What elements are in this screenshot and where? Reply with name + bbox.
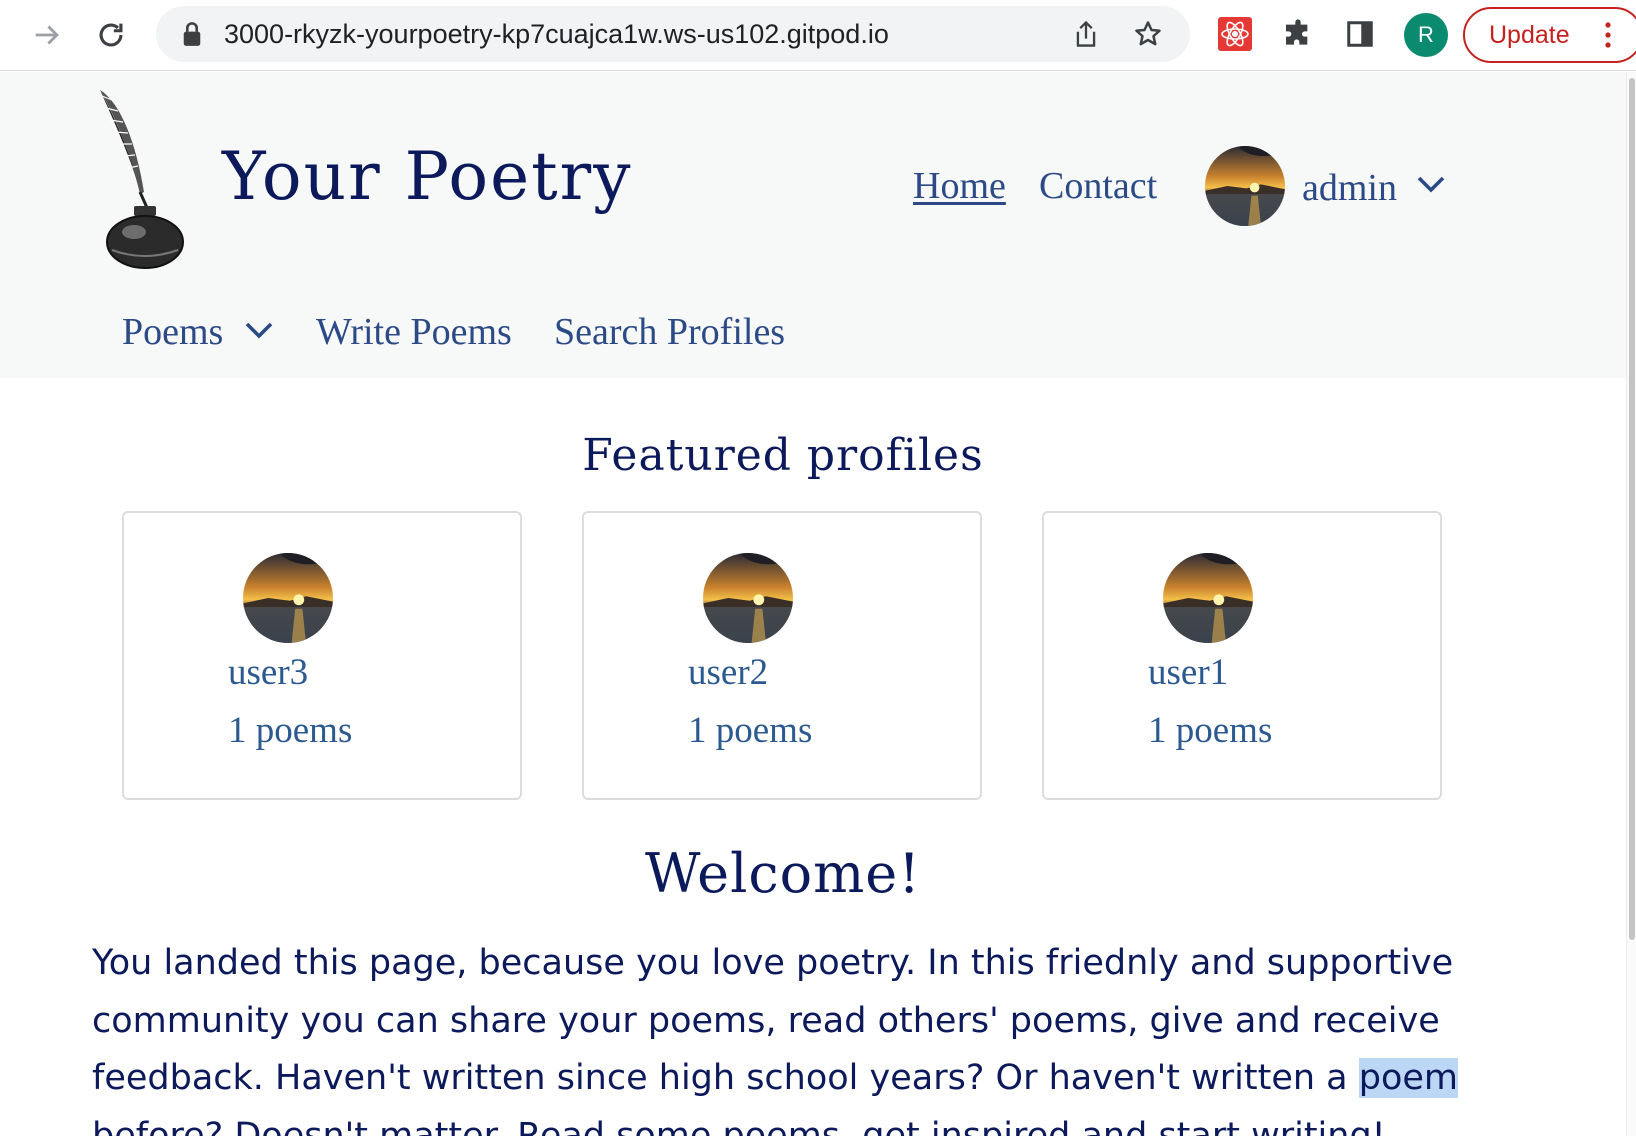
profile-name[interactable]: user1 [1148,651,1228,694]
profile-poem-count: 1 poems [1148,710,1273,751]
bookmark-star-icon[interactable] [1130,16,1166,52]
update-label: Update [1489,21,1570,49]
profile-avatar[interactable] [703,553,793,643]
react-devtools-icon[interactable] [1215,14,1255,54]
profile-avatar[interactable] [1163,553,1253,643]
forward-icon[interactable] [24,12,70,58]
update-button[interactable]: Update [1463,7,1636,63]
welcome-text-part: You landed this page, because you love p… [92,943,1454,1098]
site-brand[interactable]: Your Poetry [222,138,633,215]
address-bar[interactable]: 3000-rkyzk-yourpoetry-kp7cuajca1w.ws-us1… [156,6,1190,62]
user-avatar[interactable] [1205,146,1285,226]
profile-name[interactable]: user2 [688,651,768,694]
welcome-paragraph: You landed this page, because you love p… [92,935,1492,1136]
more-menu-icon[interactable] [1605,22,1611,48]
nav-contact-link[interactable]: Contact [1039,164,1157,208]
profile-avatar[interactable] [243,553,333,643]
profile-card[interactable]: user2 1 poems [582,511,982,800]
selected-text: poem [1358,1058,1459,1098]
user-menu-name[interactable]: admin [1302,166,1397,210]
reload-icon[interactable] [88,12,134,58]
quill-inkwell-logo[interactable] [90,82,200,272]
featured-profiles-title: Featured profiles [582,430,984,481]
subnav-search-profiles[interactable]: Search Profiles [554,310,785,354]
profile-poem-count: 1 poems [228,710,353,751]
site-header: Your Poetry Home Contact admin Poems Wri… [0,72,1636,378]
profile-card[interactable]: user3 1 poems [122,511,522,800]
profile-poem-count: 1 poems [688,710,813,751]
subnav-write-poems[interactable]: Write Poems [316,310,512,354]
welcome-text-part: before? Doesn't matter. Read some poems,… [92,1115,1386,1136]
lock-icon[interactable] [174,16,210,52]
url-text[interactable]: 3000-rkyzk-yourpoetry-kp7cuajca1w.ws-us1… [224,6,889,62]
browser-toolbar: 3000-rkyzk-yourpoetry-kp7cuajca1w.ws-us1… [0,0,1636,71]
poems-chevron-down-icon[interactable] [244,320,274,340]
side-panel-icon[interactable] [1340,14,1380,54]
extensions-puzzle-icon[interactable] [1278,14,1318,54]
nav-home-link[interactable]: Home [913,164,1006,208]
welcome-title: Welcome! [645,842,921,905]
profile-name[interactable]: user3 [228,651,308,694]
profile-card[interactable]: user1 1 poems [1042,511,1442,800]
page-scrollbar[interactable] [1626,72,1636,1136]
share-icon[interactable] [1068,16,1104,52]
browser-profile-avatar[interactable]: R [1404,13,1448,57]
subnav-poems[interactable]: Poems [122,310,223,354]
chevron-down-icon[interactable] [1416,174,1446,194]
scrollbar-thumb[interactable] [1629,78,1635,940]
